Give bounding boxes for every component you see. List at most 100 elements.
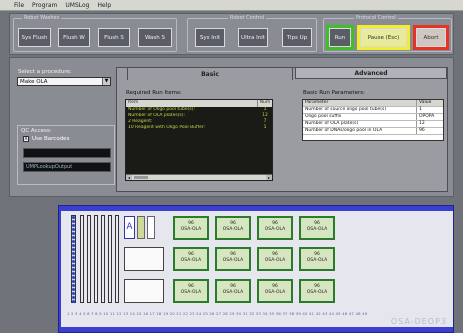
tip-dot bbox=[72, 272, 75, 275]
procedure-select[interactable]: Make OLA ▼ bbox=[17, 77, 111, 86]
plate-label: OSA-OLA bbox=[222, 290, 244, 295]
plate-label: OSA-OLA bbox=[222, 227, 244, 232]
empty-deck-position[interactable] bbox=[124, 279, 164, 303]
reagent-trough-empty[interactable] bbox=[147, 216, 155, 239]
protocol-control-title: Protocol Control bbox=[354, 15, 398, 21]
menu-program[interactable]: Program bbox=[32, 2, 57, 9]
position-a-label[interactable]: A bbox=[124, 216, 135, 239]
scroll-left-icon[interactable]: ◂ bbox=[126, 175, 132, 180]
list-header: Item Num bbox=[126, 100, 272, 107]
ola-plate[interactable]: 96 OSA-OLA bbox=[257, 216, 293, 240]
horizontal-scrollbar[interactable]: ◂ ▸ bbox=[126, 174, 272, 180]
deck-layout: A 96 OSA-OLA 96 OSA-OLA 96 OSA-OLA 96 OSA-OL… bbox=[61, 211, 453, 327]
ola-plate[interactable]: 96 OSA-OLA bbox=[173, 247, 209, 271]
tip-dot bbox=[72, 236, 75, 239]
scroll-thumb[interactable] bbox=[134, 176, 148, 179]
checkbox-mark[interactable]: X bbox=[23, 136, 29, 142]
tip-dot bbox=[72, 252, 75, 255]
ola-plate[interactable]: 96 OSA-OLA bbox=[173, 216, 209, 240]
required-items-list[interactable]: Item Num Number of Oligo pool tube(s): 1… bbox=[125, 99, 273, 181]
deck-position-ruler: 1 2 3 4 5 6 7 8 9 10 11 12 13 14 15 16 1… bbox=[67, 311, 367, 316]
ola-plate[interactable]: 96 OSA-OLA bbox=[299, 279, 335, 303]
ola-plate[interactable]: 96 OSA-OLA bbox=[257, 247, 293, 271]
abort-button[interactable]: Abort bbox=[413, 25, 449, 50]
plate-label: OSA-OLA bbox=[180, 290, 202, 295]
plate-label: OSA-OLA bbox=[306, 290, 328, 295]
tip-dot bbox=[72, 224, 75, 227]
menu-file[interactable]: File bbox=[14, 2, 24, 9]
robot-wash-group: Robot Washes Sys Flush Flush W Flush S W… bbox=[13, 15, 177, 52]
ola-plate[interactable]: 96 OSA-OLA bbox=[173, 279, 209, 303]
app-window: File Program UMSLog Help Robot Washes Sy… bbox=[0, 0, 463, 333]
deck-watermark: OSA-DEOP3 bbox=[390, 317, 447, 326]
tip-dot bbox=[72, 232, 75, 235]
basic-params-table: Parameter Value Number of source oligo p… bbox=[302, 99, 444, 141]
tip-dot bbox=[72, 240, 75, 243]
table-row: Oligo pool suffix OPOPA bbox=[303, 114, 443, 121]
robot-wash-title: Robot Washes bbox=[22, 15, 62, 21]
ola-plate[interactable]: 96 OSA-OLA bbox=[215, 247, 251, 271]
plate-label: OSA-OLA bbox=[264, 290, 286, 295]
empty-deck-position[interactable] bbox=[124, 247, 164, 271]
wash-s-button[interactable]: Wash S bbox=[138, 28, 172, 47]
tip-dot bbox=[72, 296, 75, 299]
deck-rail bbox=[87, 215, 91, 303]
scroll-right-icon[interactable]: ▸ bbox=[266, 175, 272, 180]
control-strip: Robot Washes Sys Flush Flush W Flush S W… bbox=[9, 13, 454, 55]
use-barcodes-checkbox[interactable]: X Use Barcodes bbox=[23, 136, 69, 142]
menu-umslog[interactable]: UMSLog bbox=[65, 2, 89, 9]
plate-label: OSA-OLA bbox=[306, 258, 328, 263]
plate-label: OSA-OLA bbox=[222, 258, 244, 263]
run-button[interactable]: Run bbox=[326, 25, 354, 50]
param-value[interactable]: 1 bbox=[417, 107, 443, 113]
robot-control-group: Robot Control Sys Init Ultra Init Tips U… bbox=[187, 15, 317, 52]
param-name: Number of source oligo pool tube(s) bbox=[303, 107, 417, 113]
procedure-value: Make OLA bbox=[20, 79, 48, 85]
ola-plate[interactable]: 96 OSA-OLA bbox=[257, 279, 293, 303]
tips-up-button[interactable]: Tips Up bbox=[282, 28, 312, 47]
col-value-header: Value bbox=[419, 100, 432, 105]
ola-plate[interactable]: 96 OSA-OLA bbox=[215, 279, 251, 303]
col-num-header: Num bbox=[259, 100, 271, 105]
tip-dot bbox=[72, 288, 75, 291]
tab-basic[interactable]: Basic bbox=[127, 67, 293, 80]
plate-label: OSA-OLA bbox=[180, 258, 202, 263]
tip-dot bbox=[72, 264, 75, 267]
ola-plate[interactable]: 96 OSA-OLA bbox=[299, 216, 335, 240]
param-value[interactable]: 12 bbox=[417, 121, 443, 127]
robot-control-title: Robot Control bbox=[228, 15, 267, 21]
procedure-panel: Select a procedure: Make OLA ▼ QC Access… bbox=[9, 57, 454, 197]
deck-layout-panel: A 96 OSA-OLA 96 OSA-OLA 96 OSA-OLA 96 OSA-OL… bbox=[58, 205, 454, 333]
ola-plate[interactable]: 96 OSA-OLA bbox=[299, 247, 335, 271]
sys-flush-button[interactable]: Sys Flush bbox=[18, 28, 51, 47]
param-value[interactable]: OPOPA bbox=[417, 114, 443, 120]
tip-dot bbox=[72, 280, 75, 283]
flush-s-button[interactable]: Flush S bbox=[98, 28, 130, 47]
deck-rail bbox=[80, 215, 84, 303]
barcode-field[interactable] bbox=[23, 148, 111, 158]
required-items-title: Required Run Items: bbox=[126, 90, 182, 96]
tip-dot bbox=[72, 268, 75, 271]
table-row: Number of DNAs/oligo pool in OLA 96 bbox=[303, 128, 443, 135]
pause-button[interactable]: Pause (Esc) bbox=[357, 25, 410, 50]
menu-help[interactable]: Help bbox=[97, 2, 111, 9]
flush-w-button[interactable]: Flush W bbox=[58, 28, 90, 47]
tip-dot bbox=[72, 260, 75, 263]
reagent-trough[interactable] bbox=[137, 216, 145, 239]
tab-advanced[interactable]: Advanced bbox=[295, 67, 447, 79]
tip-dot bbox=[72, 220, 75, 223]
settings-tabs: Basic Advanced Required Run Items: Item … bbox=[116, 67, 448, 192]
lookup-output-field[interactable]: UMPLookupOutput bbox=[23, 162, 111, 172]
chevron-down-icon[interactable]: ▼ bbox=[102, 78, 110, 85]
param-name: Oligo pool suffix bbox=[303, 114, 417, 120]
ola-plate[interactable]: 96 OSA-OLA bbox=[215, 216, 251, 240]
sys-init-button[interactable]: Sys Init bbox=[195, 28, 225, 47]
table-row: Number of source oligo pool tube(s) 1 bbox=[303, 107, 443, 114]
item-name: 10 Reagent with Oligo Pool Buffer: bbox=[128, 125, 206, 130]
tip-dot bbox=[72, 248, 75, 251]
plate-label: OSA-OLA bbox=[264, 227, 286, 232]
param-value[interactable]: 96 bbox=[417, 128, 443, 134]
ultra-init-button[interactable]: Ultra Init bbox=[238, 28, 268, 47]
tip-dot bbox=[72, 256, 75, 259]
basic-params-title: Basic Run Parameters: bbox=[303, 90, 365, 96]
